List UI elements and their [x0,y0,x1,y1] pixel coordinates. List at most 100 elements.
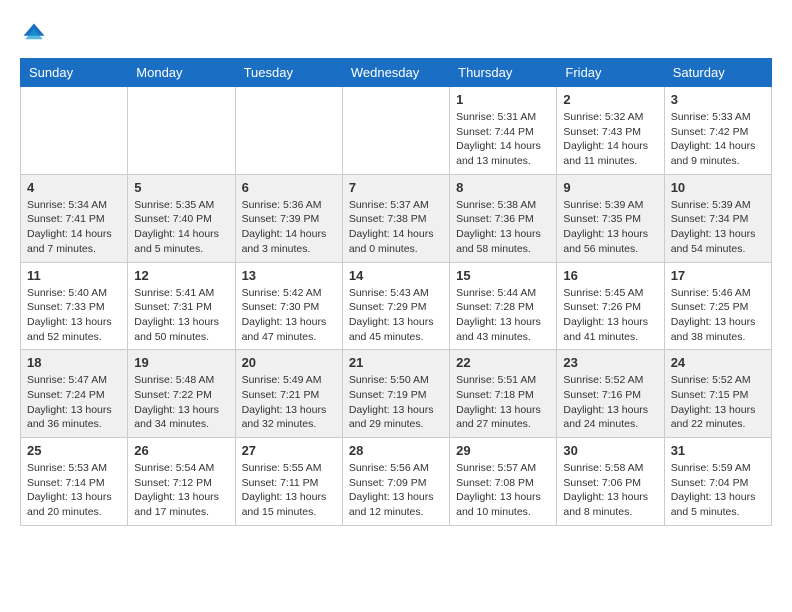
calendar-cell: 7 Sunrise: 5:37 AM Sunset: 7:38 PM Daylig… [342,174,449,262]
day-info: Sunrise: 5:52 AM Sunset: 7:15 PM Dayligh… [671,373,765,432]
day-number: 24 [671,355,765,370]
day-info: Sunrise: 5:48 AM Sunset: 7:22 PM Dayligh… [134,373,228,432]
calendar-cell: 6 Sunrise: 5:36 AM Sunset: 7:39 PM Daylig… [235,174,342,262]
day-number: 26 [134,443,228,458]
calendar-cell: 14 Sunrise: 5:43 AM Sunset: 7:29 PM Dayli… [342,262,449,350]
calendar-cell: 28 Sunrise: 5:56 AM Sunset: 7:09 PM Dayli… [342,438,449,526]
calendar-cell: 2 Sunrise: 5:32 AM Sunset: 7:43 PM Daylig… [557,87,664,175]
calendar-cell [128,87,235,175]
day-info: Sunrise: 5:33 AM Sunset: 7:42 PM Dayligh… [671,110,765,169]
day-number: 13 [242,268,336,283]
day-number: 6 [242,180,336,195]
day-info: Sunrise: 5:31 AM Sunset: 7:44 PM Dayligh… [456,110,550,169]
calendar-cell: 1 Sunrise: 5:31 AM Sunset: 7:44 PM Daylig… [450,87,557,175]
day-number: 15 [456,268,550,283]
calendar-cell: 24 Sunrise: 5:52 AM Sunset: 7:15 PM Dayli… [664,350,771,438]
calendar-cell: 21 Sunrise: 5:50 AM Sunset: 7:19 PM Dayli… [342,350,449,438]
day-number: 14 [349,268,443,283]
day-info: Sunrise: 5:56 AM Sunset: 7:09 PM Dayligh… [349,461,443,520]
calendar-cell: 13 Sunrise: 5:42 AM Sunset: 7:30 PM Dayli… [235,262,342,350]
day-info: Sunrise: 5:54 AM Sunset: 7:12 PM Dayligh… [134,461,228,520]
calendar-cell: 22 Sunrise: 5:51 AM Sunset: 7:18 PM Dayli… [450,350,557,438]
calendar-cell: 17 Sunrise: 5:46 AM Sunset: 7:25 PM Dayli… [664,262,771,350]
day-number: 30 [563,443,657,458]
day-number: 28 [349,443,443,458]
calendar-col-header: Wednesday [342,59,449,87]
calendar-col-header: Sunday [21,59,128,87]
calendar-col-header: Monday [128,59,235,87]
day-info: Sunrise: 5:41 AM Sunset: 7:31 PM Dayligh… [134,286,228,345]
day-number: 23 [563,355,657,370]
day-number: 31 [671,443,765,458]
day-info: Sunrise: 5:43 AM Sunset: 7:29 PM Dayligh… [349,286,443,345]
day-number: 29 [456,443,550,458]
day-info: Sunrise: 5:42 AM Sunset: 7:30 PM Dayligh… [242,286,336,345]
calendar-col-header: Thursday [450,59,557,87]
day-number: 7 [349,180,443,195]
day-info: Sunrise: 5:58 AM Sunset: 7:06 PM Dayligh… [563,461,657,520]
calendar-cell: 18 Sunrise: 5:47 AM Sunset: 7:24 PM Dayli… [21,350,128,438]
day-info: Sunrise: 5:34 AM Sunset: 7:41 PM Dayligh… [27,198,121,257]
calendar-cell: 3 Sunrise: 5:33 AM Sunset: 7:42 PM Daylig… [664,87,771,175]
calendar-cell: 16Sunrise: 5:45 AM Sunset: 7:26 PM Dayli… [557,262,664,350]
day-info: Sunrise: 5:51 AM Sunset: 7:18 PM Dayligh… [456,373,550,432]
calendar-cell: 30 Sunrise: 5:58 AM Sunset: 7:06 PM Dayli… [557,438,664,526]
day-info: Sunrise: 5:52 AM Sunset: 7:16 PM Dayligh… [563,373,657,432]
day-info: Sunrise: 5:39 AM Sunset: 7:35 PM Dayligh… [563,198,657,257]
day-number: 11 [27,268,121,283]
day-number: 17 [671,268,765,283]
calendar-col-header: Friday [557,59,664,87]
calendar-cell: 10 Sunrise: 5:39 AM Sunset: 7:34 PM Dayli… [664,174,771,262]
calendar-week-row: 1 Sunrise: 5:31 AM Sunset: 7:44 PM Daylig… [21,87,772,175]
day-number: 27 [242,443,336,458]
day-number: 22 [456,355,550,370]
day-info: Sunrise: 5:36 AM Sunset: 7:39 PM Dayligh… [242,198,336,257]
calendar-cell: 19 Sunrise: 5:48 AM Sunset: 7:22 PM Dayli… [128,350,235,438]
day-number: 10 [671,180,765,195]
logo [20,20,52,48]
day-number: 9 [563,180,657,195]
calendar-cell: 4 Sunrise: 5:34 AM Sunset: 7:41 PM Daylig… [21,174,128,262]
day-info: Sunrise: 5:40 AM Sunset: 7:33 PM Dayligh… [27,286,121,345]
day-info: Sunrise: 5:47 AM Sunset: 7:24 PM Dayligh… [27,373,121,432]
day-number: 19 [134,355,228,370]
day-number: 2 [563,92,657,107]
calendar-cell [342,87,449,175]
day-info: Sunrise: 5:55 AM Sunset: 7:11 PM Dayligh… [242,461,336,520]
calendar-cell: 11 Sunrise: 5:40 AM Sunset: 7:33 PM Dayli… [21,262,128,350]
day-number: 21 [349,355,443,370]
calendar-cell: 20Sunrise: 5:49 AM Sunset: 7:21 PM Dayli… [235,350,342,438]
calendar-table: SundayMondayTuesdayWednesdayThursdayFrid… [20,58,772,526]
calendar-week-row: 11 Sunrise: 5:40 AM Sunset: 7:33 PM Dayli… [21,262,772,350]
day-number: 3 [671,92,765,107]
day-number: 5 [134,180,228,195]
day-info: Sunrise: 5:57 AM Sunset: 7:08 PM Dayligh… [456,461,550,520]
calendar-cell: 9 Sunrise: 5:39 AM Sunset: 7:35 PM Daylig… [557,174,664,262]
calendar-week-row: 25Sunrise: 5:53 AM Sunset: 7:14 PM Dayli… [21,438,772,526]
day-number: 25 [27,443,121,458]
calendar-cell: 25Sunrise: 5:53 AM Sunset: 7:14 PM Dayli… [21,438,128,526]
calendar-col-header: Tuesday [235,59,342,87]
day-info: Sunrise: 5:39 AM Sunset: 7:34 PM Dayligh… [671,198,765,257]
day-info: Sunrise: 5:45 AM Sunset: 7:26 PM Dayligh… [563,286,657,345]
day-number: 4 [27,180,121,195]
day-info: Sunrise: 5:37 AM Sunset: 7:38 PM Dayligh… [349,198,443,257]
calendar-cell: 29 Sunrise: 5:57 AM Sunset: 7:08 PM Dayli… [450,438,557,526]
calendar-cell: 12 Sunrise: 5:41 AM Sunset: 7:31 PM Dayli… [128,262,235,350]
calendar-cell: 8Sunrise: 5:38 AM Sunset: 7:36 PM Daylig… [450,174,557,262]
day-number: 12 [134,268,228,283]
calendar-header-row: SundayMondayTuesdayWednesdayThursdayFrid… [21,59,772,87]
day-info: Sunrise: 5:59 AM Sunset: 7:04 PM Dayligh… [671,461,765,520]
day-info: Sunrise: 5:46 AM Sunset: 7:25 PM Dayligh… [671,286,765,345]
calendar-cell: 15Sunrise: 5:44 AM Sunset: 7:28 PM Dayli… [450,262,557,350]
calendar-cell: 31 Sunrise: 5:59 AM Sunset: 7:04 PM Dayli… [664,438,771,526]
day-number: 1 [456,92,550,107]
day-info: Sunrise: 5:32 AM Sunset: 7:43 PM Dayligh… [563,110,657,169]
day-number: 20 [242,355,336,370]
calendar-cell [21,87,128,175]
calendar-col-header: Saturday [664,59,771,87]
day-info: Sunrise: 5:50 AM Sunset: 7:19 PM Dayligh… [349,373,443,432]
calendar-week-row: 18 Sunrise: 5:47 AM Sunset: 7:24 PM Dayli… [21,350,772,438]
day-number: 18 [27,355,121,370]
calendar-cell [235,87,342,175]
